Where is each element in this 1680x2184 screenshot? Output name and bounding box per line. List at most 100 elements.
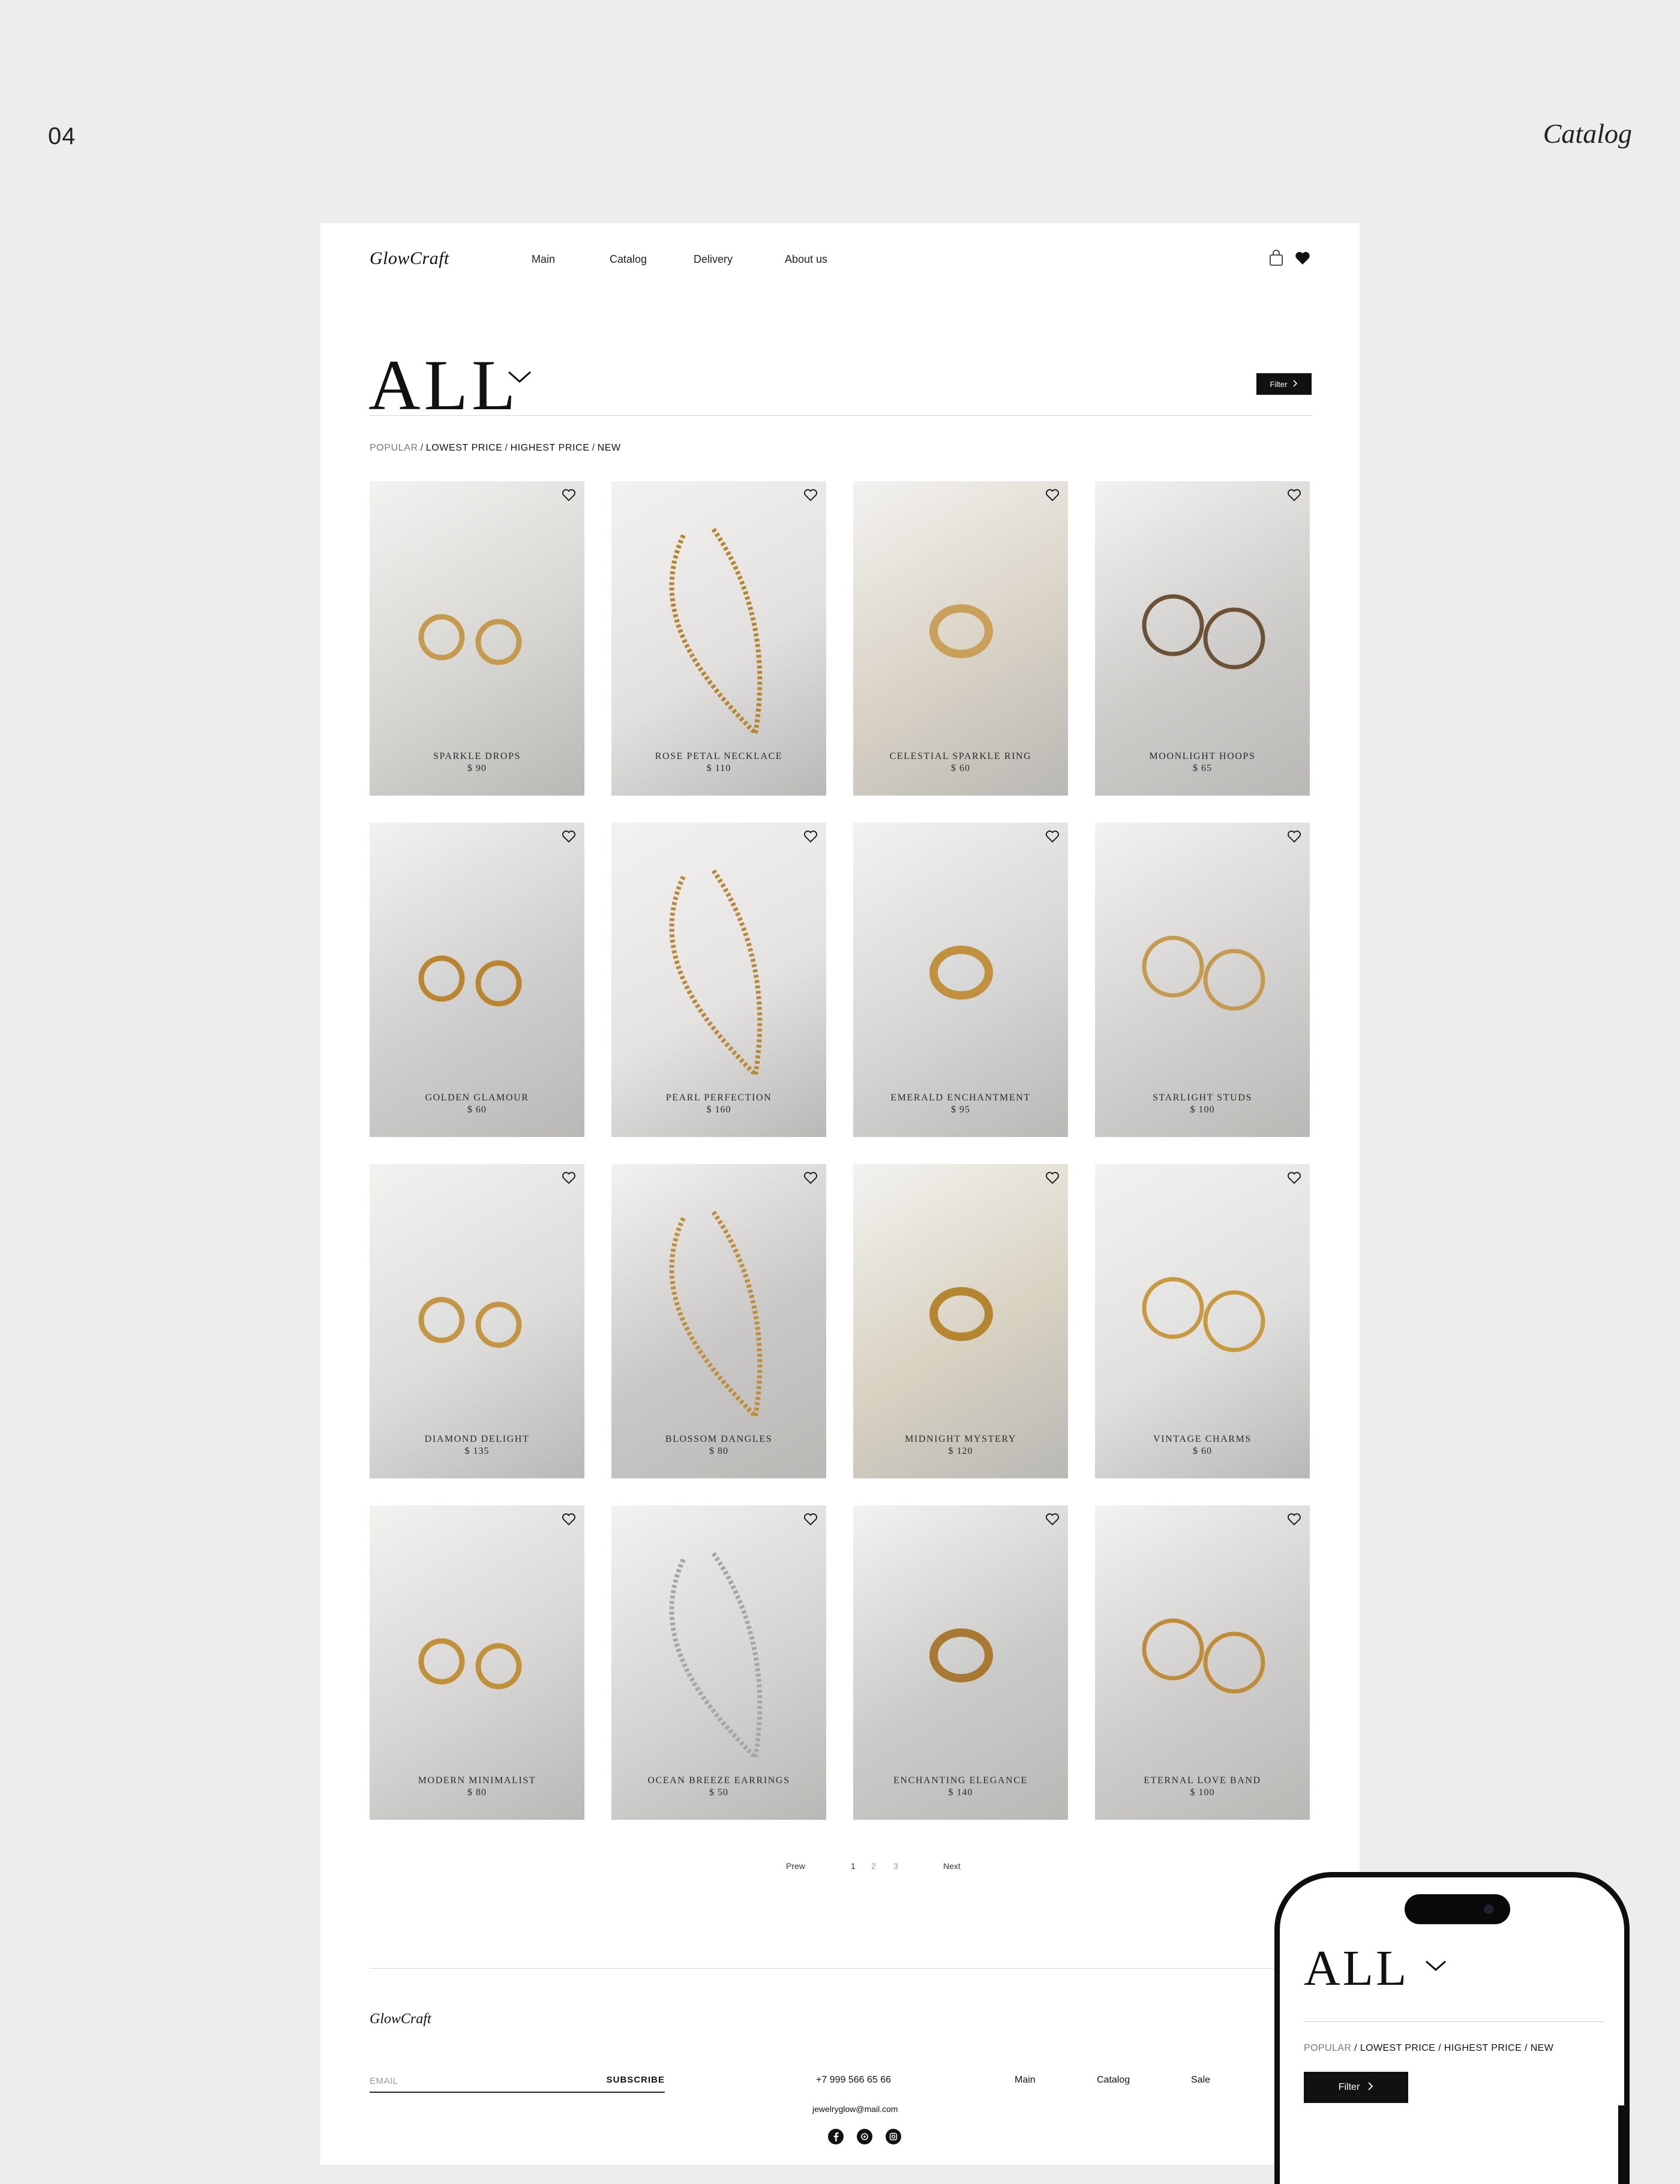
filter-button[interactable]: Filter — [1256, 373, 1312, 395]
product-card[interactable]: ETERNAL LOVE BAND $ 100 — [1095, 1505, 1310, 1820]
sort-lowest-price[interactable]: LOWEST PRICE — [426, 443, 503, 453]
product-card[interactable]: MIDNIGHT MYSTERY $ 120 — [853, 1164, 1068, 1478]
product-name: MODERN MINIMALIST — [418, 1775, 536, 1786]
sort-options: POPULAR / LOWEST PRICE / HIGHEST PRICE / NEW — [370, 443, 621, 453]
nav-delivery[interactable]: Delivery — [694, 253, 733, 266]
product-caption: PEARL PERFECTION $ 160 — [611, 1093, 826, 1115]
heart-icon[interactable] — [803, 1513, 818, 1529]
product-name: GOLDEN GLAMOUR — [425, 1093, 529, 1103]
mobile-sort-options: POPULAR / LOWEST PRICE / HIGHEST PRICE /… — [1304, 2043, 1554, 2053]
mobile-filter-button[interactable]: Filter — [1304, 2072, 1408, 2103]
product-card[interactable]: EMERALD ENCHANTMENT $ 95 — [853, 823, 1068, 1137]
heart-filled-icon[interactable] — [1295, 251, 1310, 268]
footer-link-catalog[interactable]: Catalog — [1097, 2075, 1130, 2086]
top-nav: GlowCraft Main Catalog Delivery About us — [370, 238, 1310, 281]
vk-icon[interactable] — [857, 2129, 872, 2144]
footer-link-main[interactable]: Main — [1015, 2075, 1036, 2086]
facebook-icon[interactable] — [828, 2129, 844, 2144]
product-caption: STARLIGHT STUDS $ 100 — [1095, 1093, 1310, 1115]
sort-new[interactable]: NEW — [598, 443, 621, 453]
heart-icon[interactable] — [562, 1513, 576, 1529]
sort-highest-price[interactable]: HIGHEST PRICE — [511, 443, 590, 453]
chevron-right-icon — [1293, 379, 1298, 389]
mobile-sort-popular[interactable]: POPULAR — [1304, 2043, 1351, 2053]
product-image — [370, 1505, 584, 1820]
product-price: $ 80 — [709, 1446, 728, 1456]
product-card[interactable]: MOONLIGHT HOOPS $ 65 — [1095, 481, 1310, 796]
desktop-page: GlowCraft Main Catalog Delivery About us… — [320, 223, 1360, 2165]
divider — [370, 415, 1312, 416]
page-2-link[interactable]: 2 — [871, 1861, 876, 1871]
instagram-icon[interactable] — [886, 2129, 901, 2144]
mobile-sort-new[interactable]: NEW — [1531, 2043, 1554, 2053]
product-name: SPARKLE DROPS — [433, 751, 521, 761]
nav-catalog[interactable]: Catalog — [610, 253, 647, 266]
product-image — [611, 1164, 826, 1478]
product-card[interactable]: ROSE PETAL NECKLACE $ 110 — [611, 481, 826, 796]
prev-page-link[interactable]: Prew — [786, 1861, 805, 1871]
product-card[interactable]: GOLDEN GLAMOUR $ 60 — [370, 823, 584, 1137]
sort-popular[interactable]: POPULAR — [370, 443, 418, 453]
product-name: PEARL PERFECTION — [665, 1093, 772, 1103]
product-card[interactable]: OCEAN BREEZE EARRINGS $ 50 — [611, 1505, 826, 1820]
subscribe-button[interactable]: SUBSCRIBE — [607, 2075, 665, 2085]
product-card[interactable]: STARLIGHT STUDS $ 100 — [1095, 823, 1310, 1137]
product-name: MIDNIGHT MYSTERY — [905, 1434, 1016, 1444]
bag-icon[interactable] — [1268, 250, 1284, 269]
heart-icon[interactable] — [562, 488, 576, 505]
heart-icon[interactable] — [1287, 1513, 1301, 1529]
product-image — [370, 1164, 584, 1478]
product-image — [1095, 481, 1310, 796]
footer-link-sale[interactable]: Sale — [1191, 2075, 1210, 2086]
product-card[interactable]: BLOSSOM DANGLES $ 80 — [611, 1164, 826, 1478]
mobile-sort-highest-price[interactable]: HIGHEST PRICE — [1444, 2043, 1522, 2053]
product-price: $ 160 — [706, 1105, 731, 1115]
product-card[interactable]: ENCHANTING ELEGANCE $ 140 — [853, 1505, 1068, 1820]
heart-icon[interactable] — [803, 830, 818, 846]
product-image — [370, 823, 584, 1137]
site-logo[interactable]: GlowCraft — [370, 248, 449, 269]
page-1-link[interactable]: 1 — [851, 1861, 856, 1871]
phone-side-button — [1618, 2105, 1624, 2184]
chevron-down-icon[interactable] — [1424, 1958, 1448, 1976]
product-card[interactable]: CELESTIAL SPARKLE RING $ 60 — [853, 481, 1068, 796]
product-card[interactable]: SPARKLE DROPS $ 90 — [370, 481, 584, 796]
page-3-link[interactable]: 3 — [893, 1861, 898, 1871]
product-card[interactable]: PEARL PERFECTION $ 160 — [611, 823, 826, 1137]
nav-main[interactable]: Main — [532, 253, 555, 266]
product-name: CELESTIAL SPARKLE RING — [889, 751, 1032, 761]
heart-icon[interactable] — [803, 488, 818, 505]
heart-icon[interactable] — [562, 1171, 576, 1187]
heart-icon[interactable] — [562, 830, 576, 846]
heart-icon[interactable] — [1045, 830, 1060, 846]
product-image — [611, 481, 826, 796]
product-price: $ 95 — [951, 1105, 970, 1115]
contact-phone[interactable]: +7 999 566 65 66 — [816, 2075, 891, 2086]
heart-icon[interactable] — [1045, 1171, 1060, 1187]
email-field[interactable] — [370, 2072, 586, 2089]
heart-icon[interactable] — [803, 1171, 818, 1187]
heart-icon[interactable] — [1045, 1513, 1060, 1529]
heart-icon[interactable] — [1287, 1171, 1301, 1187]
next-page-link[interactable]: Next — [943, 1861, 961, 1871]
heart-icon[interactable] — [1287, 830, 1301, 846]
catalog-heading: ALL — [368, 345, 520, 425]
product-card[interactable]: VINTAGE CHARMS $ 60 — [1095, 1164, 1310, 1478]
product-name: OCEAN BREEZE EARRINGS — [647, 1775, 790, 1786]
mobile-sort-lowest-price[interactable]: LOWEST PRICE — [1360, 2043, 1435, 2053]
product-price: $ 50 — [709, 1787, 728, 1798]
product-name: ENCHANTING ELEGANCE — [893, 1775, 1028, 1786]
chevron-down-icon[interactable] — [506, 368, 533, 388]
heart-icon[interactable] — [1287, 488, 1301, 505]
contact-email[interactable]: jewelryglow@mail.com — [812, 2104, 898, 2114]
chevron-right-icon — [1368, 2081, 1373, 2093]
product-card[interactable]: DIAMOND DELIGHT $ 135 — [370, 1164, 584, 1478]
product-card[interactable]: MODERN MINIMALIST $ 80 — [370, 1505, 584, 1820]
product-caption: MODERN MINIMALIST $ 80 — [370, 1775, 584, 1798]
product-image — [611, 823, 826, 1137]
product-price: $ 90 — [467, 763, 487, 773]
product-price: $ 60 — [1193, 1446, 1212, 1456]
footer-logo[interactable]: GlowCraft — [370, 2011, 431, 2027]
heart-icon[interactable] — [1045, 488, 1060, 505]
nav-about-us[interactable]: About us — [785, 253, 827, 266]
